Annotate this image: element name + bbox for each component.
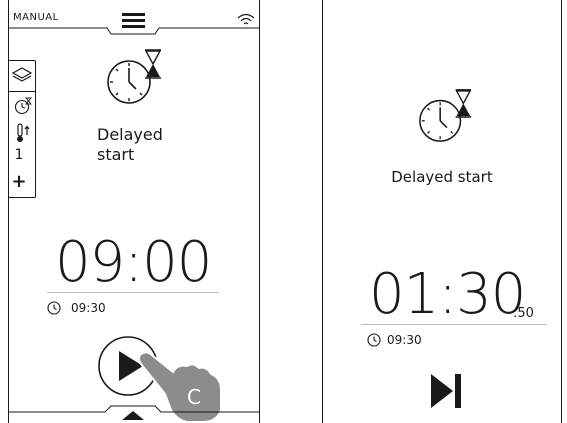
layers-icon	[11, 67, 33, 82]
delayed-start-running-screen: Delayed start 01:30 :50 09:30	[322, 0, 562, 423]
function-name: Delayed start	[97, 125, 197, 165]
countdown-seconds: :50	[513, 306, 534, 321]
function-name-line1: Delayed	[97, 125, 163, 144]
bottom-drawer-tab[interactable]	[9, 396, 259, 423]
clock-hourglass-icon	[107, 49, 162, 104]
end-time-row: 09:30	[367, 333, 422, 347]
thermometer-icon[interactable]	[15, 123, 31, 143]
function-name: Delayed start	[391, 168, 493, 186]
clock-icon	[47, 301, 61, 315]
clock-icon	[367, 333, 381, 347]
mode-label: MANUAL	[13, 12, 59, 23]
skip-button[interactable]	[429, 372, 463, 410]
clock-hourglass-icon	[419, 89, 472, 142]
skip-icon	[431, 374, 453, 408]
countdown-display: 01:30	[369, 262, 526, 327]
level-value[interactable]: 1	[9, 147, 29, 163]
divider	[47, 292, 219, 293]
end-time: 09:30	[387, 333, 422, 347]
side-tool-panel: 1 +	[9, 60, 36, 198]
divider	[361, 324, 547, 325]
timer-icon[interactable]	[14, 97, 32, 115]
wifi-icon	[237, 13, 255, 25]
delayed-start-setup-screen: MANUAL 1 + Delayed start 09:00 09:30 C	[8, 0, 260, 423]
menu-icon[interactable]	[122, 13, 145, 28]
function-name-line2: start	[97, 145, 135, 164]
start-time-display[interactable]: 09:00	[55, 230, 212, 295]
add-button[interactable]: +	[9, 171, 29, 192]
end-time: 09:30	[71, 301, 106, 315]
end-time-row: 09:30	[47, 301, 106, 315]
layers-button[interactable]	[9, 61, 35, 92]
